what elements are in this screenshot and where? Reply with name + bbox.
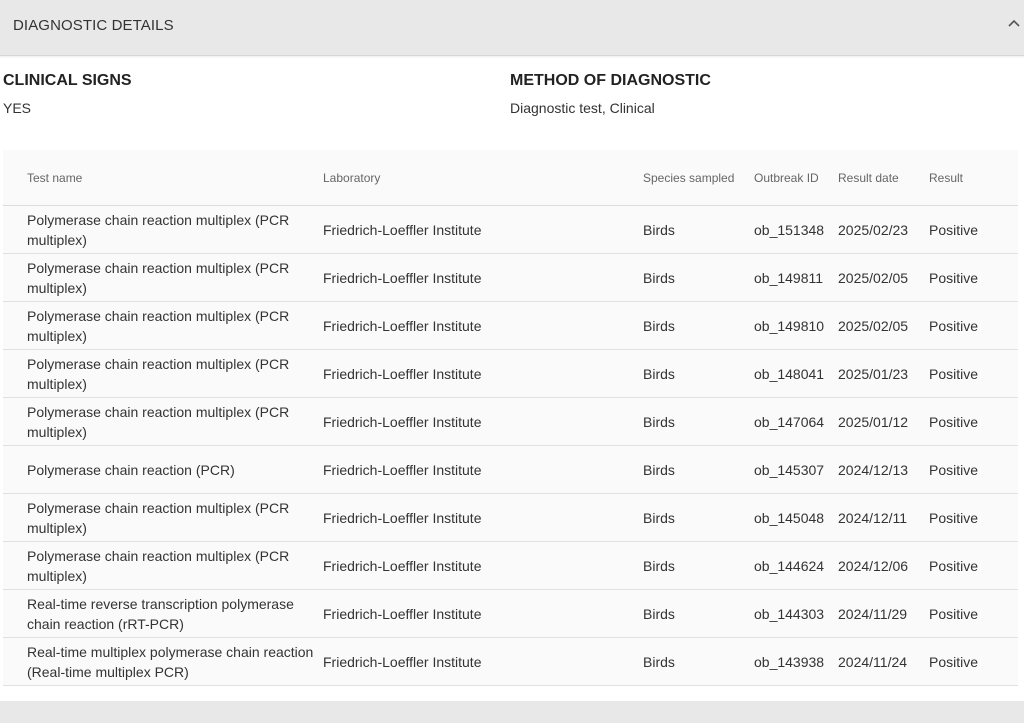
cell-result-date: 2024/11/29 bbox=[838, 589, 929, 638]
column-header-laboratory[interactable]: Laboratory bbox=[323, 150, 643, 206]
cell-result-date: 2025/02/05 bbox=[838, 301, 929, 350]
method-of-diagnostic-block: METHOD OF DIAGNOSTIC Diagnostic test, Cl… bbox=[510, 72, 711, 116]
clinical-signs-value: YES bbox=[3, 100, 32, 116]
cell-result-date: 2025/01/23 bbox=[838, 349, 929, 398]
clinical-signs-label: CLINICAL SIGNS bbox=[3, 72, 132, 89]
cell-result-date: 2025/01/12 bbox=[838, 397, 929, 446]
cell-test-name: Polymerase chain reaction (PCR) bbox=[3, 445, 323, 494]
column-header-result[interactable]: Result bbox=[929, 150, 1018, 206]
cell-laboratory: Friedrich-Loeffler Institute bbox=[323, 253, 643, 302]
cell-outbreak-id: ob_145048 bbox=[754, 493, 838, 542]
cell-species-sampled: Birds bbox=[643, 349, 754, 398]
cell-species-sampled: Birds bbox=[643, 205, 754, 254]
clinical-signs-block: CLINICAL SIGNS YES bbox=[3, 72, 132, 116]
cell-outbreak-id: ob_149811 bbox=[754, 253, 838, 302]
cell-outbreak-id: ob_145307 bbox=[754, 445, 838, 494]
cell-result: Positive bbox=[929, 301, 1018, 350]
cell-outbreak-id: ob_151348 bbox=[754, 205, 838, 254]
diagnostic-tests-table: Test name Laboratory Species sampled Out… bbox=[3, 150, 1018, 686]
cell-species-sampled: Birds bbox=[643, 589, 754, 638]
table-row: Polymerase chain reaction (PCR) Friedrich… bbox=[3, 445, 1018, 494]
cell-result: Positive bbox=[929, 349, 1018, 398]
chevron-up-icon[interactable] bbox=[1007, 18, 1021, 28]
table-row: Polymerase chain reaction multiplex (PCR… bbox=[3, 301, 1018, 350]
cell-outbreak-id: ob_144303 bbox=[754, 589, 838, 638]
cell-outbreak-id: ob_149810 bbox=[754, 301, 838, 350]
next-section-header[interactable] bbox=[0, 701, 1024, 723]
table-row: Polymerase chain reaction multiplex (PCR… bbox=[3, 541, 1018, 590]
table-row: Polymerase chain reaction multiplex (PCR… bbox=[3, 397, 1018, 446]
panel-title: DIAGNOSTIC DETAILS bbox=[13, 17, 174, 34]
table-row: Polymerase chain reaction multiplex (PCR… bbox=[3, 349, 1018, 398]
cell-test-name: Polymerase chain reaction multiplex (PCR… bbox=[3, 253, 323, 302]
cell-result-date: 2024/12/11 bbox=[838, 493, 929, 542]
diagnostic-tests-table-card: Test name Laboratory Species sampled Out… bbox=[3, 150, 1018, 686]
table-row: Polymerase chain reaction multiplex (PCR… bbox=[3, 253, 1018, 302]
cell-laboratory: Friedrich-Loeffler Institute bbox=[323, 205, 643, 254]
cell-result-date: 2025/02/23 bbox=[838, 205, 929, 254]
cell-test-name: Real-time reverse transcription polymera… bbox=[3, 589, 323, 638]
cell-species-sampled: Birds bbox=[643, 541, 754, 590]
cell-laboratory: Friedrich-Loeffler Institute bbox=[323, 397, 643, 446]
cell-test-name: Polymerase chain reaction multiplex (PCR… bbox=[3, 397, 323, 446]
cell-result-date: 2025/02/05 bbox=[838, 253, 929, 302]
cell-species-sampled: Birds bbox=[643, 397, 754, 446]
cell-result: Positive bbox=[929, 493, 1018, 542]
cell-result-date: 2024/12/06 bbox=[838, 541, 929, 590]
table-row: Polymerase chain reaction multiplex (PCR… bbox=[3, 205, 1018, 254]
cell-test-name: Polymerase chain reaction multiplex (PCR… bbox=[3, 493, 323, 542]
cell-species-sampled: Birds bbox=[643, 253, 754, 302]
method-value: Diagnostic test, Clinical bbox=[510, 100, 655, 116]
cell-laboratory: Friedrich-Loeffler Institute bbox=[323, 637, 643, 686]
cell-laboratory: Friedrich-Loeffler Institute bbox=[323, 301, 643, 350]
cell-result: Positive bbox=[929, 445, 1018, 494]
cell-laboratory: Friedrich-Loeffler Institute bbox=[323, 589, 643, 638]
cell-test-name: Polymerase chain reaction multiplex (PCR… bbox=[3, 301, 323, 350]
diagnostic-details-header[interactable]: DIAGNOSTIC DETAILS bbox=[0, 0, 1024, 56]
cell-result-date: 2024/11/24 bbox=[838, 637, 929, 686]
cell-test-name: Polymerase chain reaction multiplex (PCR… bbox=[3, 205, 323, 254]
method-label: METHOD OF DIAGNOSTIC bbox=[510, 72, 711, 89]
cell-result-date: 2024/12/13 bbox=[838, 445, 929, 494]
cell-result: Positive bbox=[929, 253, 1018, 302]
cell-outbreak-id: ob_143938 bbox=[754, 637, 838, 686]
column-header-test-name[interactable]: Test name bbox=[3, 150, 323, 206]
cell-result: Positive bbox=[929, 541, 1018, 590]
cell-result: Positive bbox=[929, 397, 1018, 446]
cell-result: Positive bbox=[929, 637, 1018, 686]
table-header-row: Test name Laboratory Species sampled Out… bbox=[3, 150, 1018, 206]
cell-test-name: Polymerase chain reaction multiplex (PCR… bbox=[3, 541, 323, 590]
column-header-outbreak-id[interactable]: Outbreak ID bbox=[754, 150, 838, 206]
cell-test-name: Polymerase chain reaction multiplex (PCR… bbox=[3, 349, 323, 398]
table-row: Real-time multiplex polymerase chain rea… bbox=[3, 637, 1018, 686]
column-header-result-date[interactable]: Result date bbox=[838, 150, 929, 206]
cell-species-sampled: Birds bbox=[643, 637, 754, 686]
cell-species-sampled: Birds bbox=[643, 493, 754, 542]
column-header-species-sampled[interactable]: Species sampled bbox=[643, 150, 754, 206]
table-row: Real-time reverse transcription polymera… bbox=[3, 589, 1018, 638]
cell-species-sampled: Birds bbox=[643, 301, 754, 350]
cell-outbreak-id: ob_148041 bbox=[754, 349, 838, 398]
cell-test-name: Real-time multiplex polymerase chain rea… bbox=[3, 637, 323, 686]
cell-outbreak-id: ob_147064 bbox=[754, 397, 838, 446]
cell-species-sampled: Birds bbox=[643, 445, 754, 494]
cell-outbreak-id: ob_144624 bbox=[754, 541, 838, 590]
cell-laboratory: Friedrich-Loeffler Institute bbox=[323, 349, 643, 398]
cell-laboratory: Friedrich-Loeffler Institute bbox=[323, 541, 643, 590]
cell-laboratory: Friedrich-Loeffler Institute bbox=[323, 445, 643, 494]
table-row: Polymerase chain reaction multiplex (PCR… bbox=[3, 493, 1018, 542]
cell-result: Positive bbox=[929, 589, 1018, 638]
cell-laboratory: Friedrich-Loeffler Institute bbox=[323, 493, 643, 542]
cell-result: Positive bbox=[929, 205, 1018, 254]
